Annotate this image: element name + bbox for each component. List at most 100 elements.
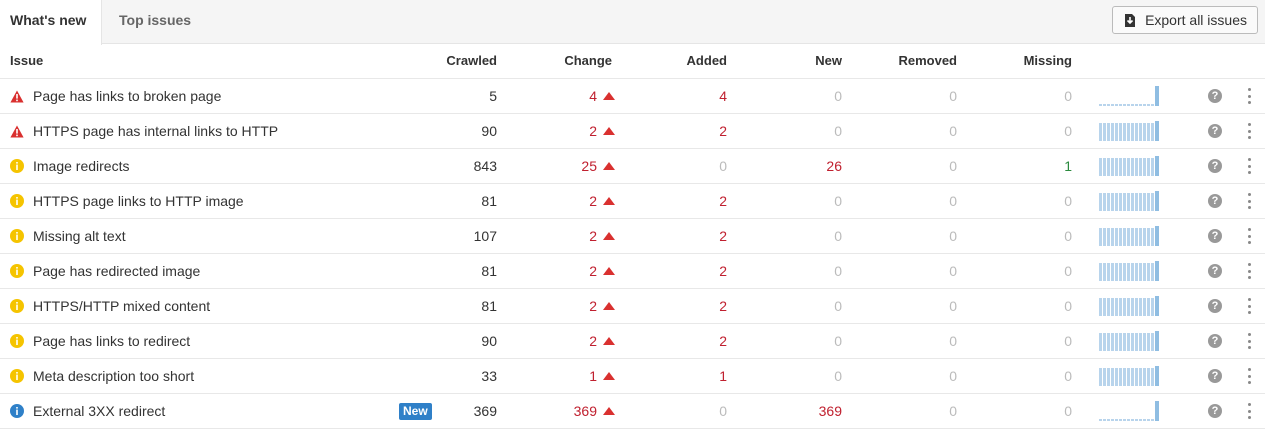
table-row[interactable]: HTTPS page has internal links to HTTP 90 2… (0, 114, 1265, 149)
new-value[interactable]: 369 (819, 394, 842, 428)
trend-sparkline[interactable] (1099, 331, 1159, 351)
help-icon[interactable]: ? (1208, 299, 1222, 313)
table-row[interactable]: Page has links to broken page 5 4 4 0 0 0? (0, 79, 1265, 114)
added-value[interactable]: 4 (719, 79, 727, 113)
added-value[interactable]: 0 (719, 149, 727, 183)
removed-value[interactable]: 0 (949, 184, 957, 218)
missing-value[interactable]: 0 (1064, 114, 1072, 148)
issue-label[interactable]: Meta description too short (33, 359, 194, 393)
trend-sparkline[interactable] (1099, 156, 1159, 176)
trend-sparkline[interactable] (1099, 191, 1159, 211)
more-options-icon[interactable] (1247, 333, 1251, 349)
more-options-icon[interactable] (1247, 158, 1251, 174)
new-value[interactable]: 0 (834, 359, 842, 393)
more-options-icon[interactable] (1247, 193, 1251, 209)
issue-label[interactable]: Page has redirected image (33, 254, 200, 288)
table-row[interactable]: HTTPS/HTTP mixed content 81 2 2 0 0 0? (0, 289, 1265, 324)
help-icon[interactable]: ? (1208, 194, 1222, 208)
crawled-value[interactable]: 81 (481, 289, 497, 323)
issue-label[interactable]: Page has links to redirect (33, 324, 190, 358)
col-change[interactable]: Change (564, 44, 612, 78)
new-value[interactable]: 0 (834, 114, 842, 148)
missing-value[interactable]: 0 (1064, 324, 1072, 358)
added-value[interactable]: 2 (719, 184, 727, 218)
new-value[interactable]: 0 (834, 254, 842, 288)
removed-value[interactable]: 0 (949, 289, 957, 323)
missing-value[interactable]: 0 (1064, 184, 1072, 218)
more-options-icon[interactable] (1247, 368, 1251, 384)
crawled-value[interactable]: 843 (474, 149, 497, 183)
crawled-value[interactable]: 81 (481, 184, 497, 218)
issue-label[interactable]: HTTPS page has internal links to HTTP (33, 114, 278, 148)
more-options-icon[interactable] (1247, 123, 1251, 139)
crawled-value[interactable]: 369 (474, 394, 497, 428)
removed-value[interactable]: 0 (949, 394, 957, 428)
table-row[interactable]: External 3XX redirect New 369 369 0 369 0 0? (0, 394, 1265, 429)
missing-value[interactable]: 0 (1064, 79, 1072, 113)
removed-value[interactable]: 0 (949, 254, 957, 288)
issue-cell[interactable]: HTTPS page has internal links to HTTP (10, 114, 278, 148)
col-issue[interactable]: Issue (10, 44, 43, 78)
crawled-value[interactable]: 90 (481, 114, 497, 148)
trend-sparkline[interactable] (1099, 366, 1159, 386)
col-added[interactable]: Added (687, 44, 727, 78)
help-icon[interactable]: ? (1208, 159, 1222, 173)
crawled-value[interactable]: 107 (474, 219, 497, 253)
missing-value[interactable]: 0 (1064, 219, 1072, 253)
new-value[interactable]: 0 (834, 184, 842, 218)
tab-whats-new[interactable]: What's new (0, 0, 103, 45)
help-icon[interactable]: ? (1208, 89, 1222, 103)
help-icon[interactable]: ? (1208, 264, 1222, 278)
trend-sparkline[interactable] (1099, 86, 1159, 106)
issue-label[interactable]: Image redirects (33, 149, 129, 183)
issue-cell[interactable]: HTTPS page links to HTTP image (10, 184, 244, 218)
tab-top-issues[interactable]: Top issues (103, 0, 207, 44)
issue-cell[interactable]: Meta description too short (10, 359, 194, 393)
crawled-value[interactable]: 5 (489, 79, 497, 113)
added-value[interactable]: 2 (719, 114, 727, 148)
removed-value[interactable]: 0 (949, 79, 957, 113)
col-missing[interactable]: Missing (1024, 44, 1072, 78)
crawled-value[interactable]: 90 (481, 324, 497, 358)
missing-value[interactable]: 1 (1064, 149, 1072, 183)
removed-value[interactable]: 0 (949, 359, 957, 393)
trend-sparkline[interactable] (1099, 226, 1159, 246)
added-value[interactable]: 2 (719, 254, 727, 288)
more-options-icon[interactable] (1247, 88, 1251, 104)
added-value[interactable]: 0 (719, 394, 727, 428)
table-row[interactable]: Meta description too short 33 1 1 0 0 0? (0, 359, 1265, 394)
col-crawled[interactable]: Crawled (446, 44, 497, 78)
trend-sparkline[interactable] (1099, 296, 1159, 316)
missing-value[interactable]: 0 (1064, 359, 1072, 393)
issue-label[interactable]: Missing alt text (33, 219, 126, 253)
issue-label[interactable]: External 3XX redirect (33, 394, 165, 428)
table-row[interactable]: Image redirects 843 25 0 26 0 1? (0, 149, 1265, 184)
issue-label[interactable]: HTTPS page links to HTTP image (33, 184, 244, 218)
new-value[interactable]: 26 (826, 149, 842, 183)
trend-sparkline[interactable] (1099, 401, 1159, 421)
more-options-icon[interactable] (1247, 298, 1251, 314)
issue-label[interactable]: HTTPS/HTTP mixed content (33, 289, 210, 323)
missing-value[interactable]: 0 (1064, 289, 1072, 323)
col-removed[interactable]: Removed (898, 44, 957, 78)
help-icon[interactable]: ? (1208, 124, 1222, 138)
added-value[interactable]: 1 (719, 359, 727, 393)
trend-sparkline[interactable] (1099, 121, 1159, 141)
table-row[interactable]: Page has links to redirect 90 2 2 0 0 0? (0, 324, 1265, 359)
export-all-issues-button[interactable]: Export all issues (1112, 6, 1258, 34)
issue-cell[interactable]: External 3XX redirect (10, 394, 165, 428)
missing-value[interactable]: 0 (1064, 394, 1072, 428)
added-value[interactable]: 2 (719, 324, 727, 358)
new-value[interactable]: 0 (834, 79, 842, 113)
new-value[interactable]: 0 (834, 289, 842, 323)
new-value[interactable]: 0 (834, 324, 842, 358)
help-icon[interactable]: ? (1208, 369, 1222, 383)
crawled-value[interactable]: 81 (481, 254, 497, 288)
table-row[interactable]: HTTPS page links to HTTP image 81 2 2 0 0 0? (0, 184, 1265, 219)
issue-cell[interactable]: Page has links to redirect (10, 324, 190, 358)
removed-value[interactable]: 0 (949, 219, 957, 253)
more-options-icon[interactable] (1247, 403, 1251, 419)
removed-value[interactable]: 0 (949, 114, 957, 148)
col-new[interactable]: New (815, 44, 842, 78)
issue-label[interactable]: Page has links to broken page (33, 79, 221, 113)
